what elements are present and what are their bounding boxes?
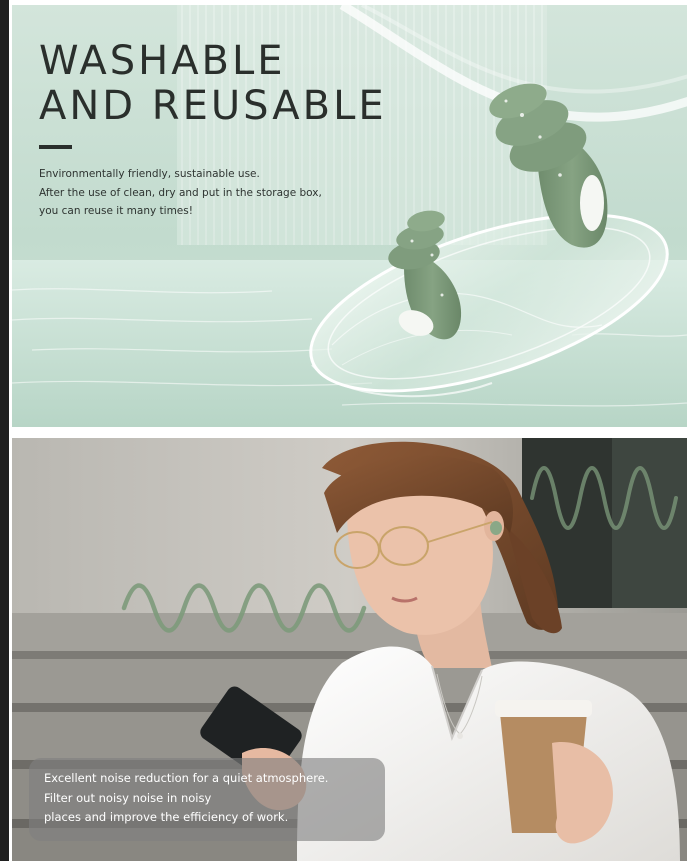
description-line: Environmentally friendly, sustainable us…	[39, 168, 260, 180]
washable-description: Environmentally friendly, sustainable us…	[39, 165, 322, 221]
headline: WASHABLE AND REUSABLE	[39, 39, 387, 129]
product-page: WASHABLE AND REUSABLE Environmentally fr…	[0, 0, 687, 861]
caption-line: places and improve the efficiency of wor…	[44, 810, 289, 824]
description-line: you can reuse it many times!	[39, 205, 193, 217]
left-edge-bar	[0, 0, 9, 861]
headline-line-2: AND REUSABLE	[39, 83, 387, 129]
caption-line: Excellent noise reduction for a quiet at…	[44, 771, 329, 785]
noise-reduction-section: Excellent noise reduction for a quiet at…	[12, 438, 687, 861]
caption-text: Excellent noise reduction for a quiet at…	[44, 769, 328, 828]
caption-box: Excellent noise reduction for a quiet at…	[29, 758, 385, 841]
headline-line-1: WASHABLE	[39, 38, 286, 84]
caption-line: Filter out noisy noise in noisy	[44, 790, 212, 805]
description-line: After the use of clean, dry and put in t…	[39, 186, 322, 199]
washable-section: WASHABLE AND REUSABLE Environmentally fr…	[12, 5, 687, 427]
headline-underline	[39, 145, 72, 149]
